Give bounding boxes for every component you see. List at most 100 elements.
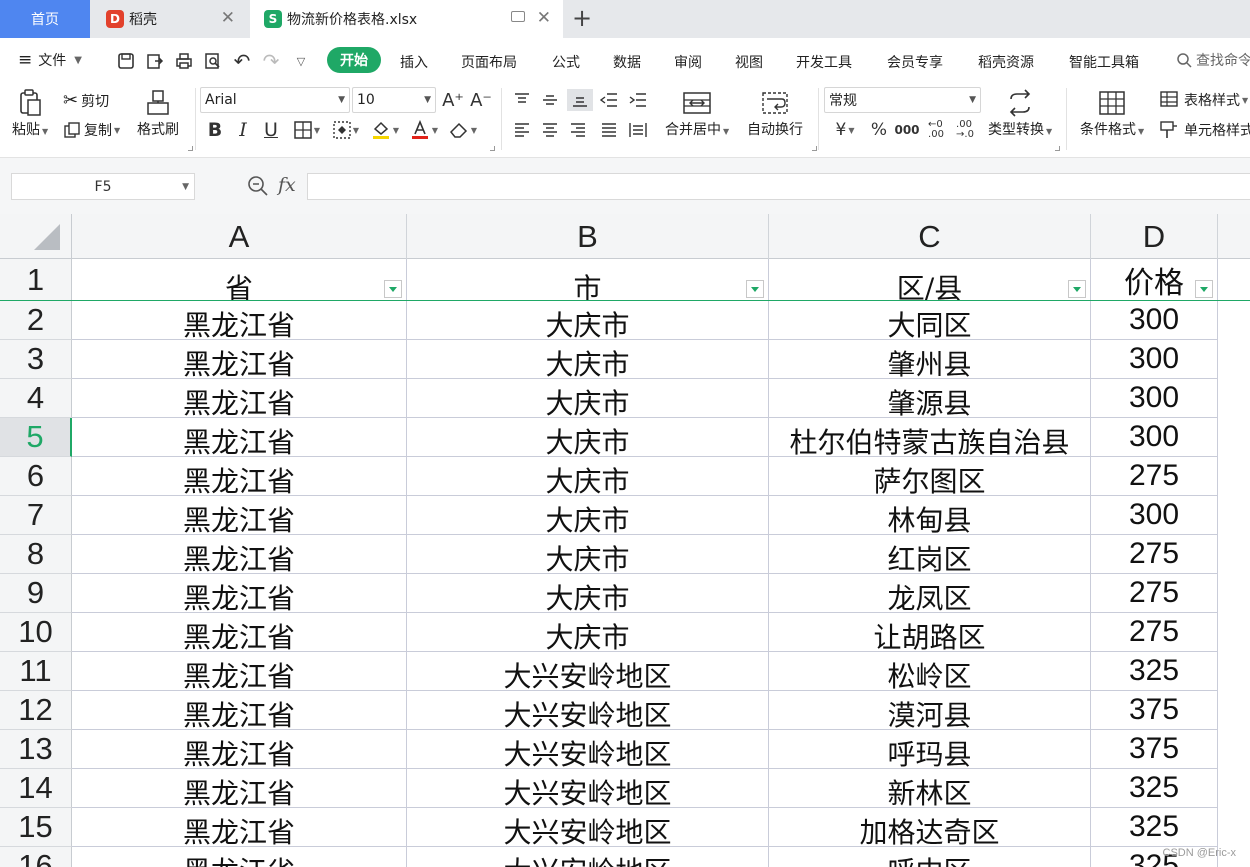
cell-price[interactable]: 300 — [1091, 340, 1218, 379]
cell-district[interactable]: 杜尔伯特蒙古族自治县 — [769, 418, 1091, 457]
row-header[interactable]: 16 — [0, 847, 72, 867]
redo-icon[interactable]: ↷ — [260, 49, 282, 73]
borders-button[interactable]: ▼ — [290, 119, 324, 141]
cell-city[interactable]: 大兴安岭地区 — [407, 730, 769, 769]
distributed-icon[interactable] — [627, 119, 649, 141]
tab-developer[interactable]: 开发工具 — [796, 52, 852, 72]
font-name-select[interactable]: Arial ▼ — [200, 87, 350, 113]
window-icon[interactable] — [511, 11, 525, 22]
select-all-button[interactable] — [0, 214, 72, 259]
table-style-button[interactable]: 表格样式 ▼ — [1160, 90, 1248, 110]
tab-smart-toolbox[interactable]: 智能工具箱 — [1069, 52, 1139, 72]
cell-price[interactable]: 300 — [1091, 301, 1218, 340]
tab-home[interactable]: 首页 — [0, 0, 90, 38]
column-header-d[interactable]: D — [1091, 214, 1218, 259]
cell-price[interactable]: 300 — [1091, 496, 1218, 535]
thousands-separator-button[interactable]: 000 — [894, 119, 919, 141]
tab-data[interactable]: 数据 — [613, 52, 641, 72]
cell-province[interactable]: 黑龙江省 — [72, 613, 407, 652]
tab-docer-resources[interactable]: 稻壳资源 — [978, 52, 1034, 72]
filter-dropdown-icon[interactable] — [746, 280, 764, 298]
increase-indent-icon[interactable] — [627, 89, 649, 111]
italic-button[interactable]: I — [232, 119, 254, 141]
cut-button[interactable]: ✂ 剪切 — [63, 90, 109, 111]
export-icon[interactable] — [144, 50, 166, 72]
cell-city[interactable]: 大庆市 — [407, 379, 769, 418]
copy-button[interactable]: 复制 ▼ — [63, 120, 120, 140]
row-header[interactable]: 12 — [0, 691, 72, 730]
cell-district[interactable]: 呼中区 — [769, 847, 1091, 867]
increase-font-icon[interactable]: A⁺ — [442, 89, 464, 111]
cell-price[interactable]: 275 — [1091, 535, 1218, 574]
column-header-c[interactable]: C — [769, 214, 1091, 259]
align-bottom-icon[interactable] — [567, 89, 593, 111]
undo-icon[interactable]: ↶ — [231, 49, 253, 73]
tab-formulas[interactable]: 公式 — [552, 52, 580, 72]
search-command[interactable]: 查找命令 — [1176, 50, 1250, 70]
tab-review[interactable]: 审阅 — [674, 52, 702, 72]
cell-province[interactable]: 黑龙江省 — [72, 418, 407, 457]
header-cell-price[interactable]: 价格 — [1091, 259, 1218, 301]
cell-province[interactable]: 黑龙江省 — [72, 691, 407, 730]
cell-district[interactable]: 呼玛县 — [769, 730, 1091, 769]
decrease-decimal-icon[interactable]: .00 →.0 — [954, 119, 976, 141]
cell-city[interactable]: 大兴安岭地区 — [407, 691, 769, 730]
cell-price[interactable]: 275 — [1091, 613, 1218, 652]
wrap-text-button[interactable]: 自动换行 — [747, 88, 803, 139]
currency-button[interactable]: ¥ ▼ — [828, 119, 862, 141]
cell-district[interactable]: 加格达奇区 — [769, 808, 1091, 847]
filter-dropdown-icon[interactable] — [384, 280, 402, 298]
cell-province[interactable]: 黑龙江省 — [72, 652, 407, 691]
header-cell-city[interactable]: 市 — [407, 259, 769, 301]
cell-district[interactable]: 红岗区 — [769, 535, 1091, 574]
cell-city[interactable]: 大兴安岭地区 — [407, 808, 769, 847]
align-center-icon[interactable] — [539, 119, 561, 141]
alignment-dialog-launcher[interactable] — [812, 146, 817, 151]
cell-province[interactable]: 黑龙江省 — [72, 574, 407, 613]
tab-start[interactable]: 开始 — [327, 47, 381, 73]
increase-decimal-icon[interactable]: ←0.00 — [925, 119, 947, 141]
cell-city[interactable]: 大庆市 — [407, 535, 769, 574]
cell-district[interactable]: 松岭区 — [769, 652, 1091, 691]
cell-price[interactable]: 325 — [1091, 808, 1218, 847]
row-header[interactable]: 2 — [0, 301, 72, 340]
row-header[interactable]: 13 — [0, 730, 72, 769]
print-preview-icon[interactable] — [202, 50, 224, 72]
header-cell-province[interactable]: 省 — [72, 259, 407, 301]
cell-province[interactable]: 黑龙江省 — [72, 457, 407, 496]
cell-price[interactable]: 375 — [1091, 691, 1218, 730]
clear-format-button[interactable]: ▼ — [446, 119, 480, 141]
cell-province[interactable]: 黑龙江省 — [72, 808, 407, 847]
align-left-icon[interactable] — [511, 119, 533, 141]
print-icon[interactable] — [173, 50, 195, 72]
format-painter-button[interactable]: 格式刷 — [137, 88, 179, 139]
row-header[interactable]: 4 — [0, 379, 72, 418]
column-header-b[interactable]: B — [407, 214, 769, 259]
clipboard-dialog-launcher[interactable] — [188, 146, 193, 151]
new-tab-button[interactable]: + — [572, 6, 592, 30]
align-top-icon[interactable] — [511, 89, 533, 111]
cell-price[interactable]: 275 — [1091, 457, 1218, 496]
tab-spreadsheet-file[interactable]: S 物流新价格表格.xlsx ✕ — [250, 0, 563, 38]
row-header[interactable]: 15 — [0, 808, 72, 847]
cell-district[interactable]: 大同区 — [769, 301, 1091, 340]
row-header[interactable]: 5 — [0, 418, 72, 457]
close-icon[interactable]: ✕ — [537, 10, 551, 27]
cell-city[interactable]: 大庆市 — [407, 496, 769, 535]
merge-center-button[interactable]: 合并居中 ▼ — [665, 88, 729, 139]
cell-style-button[interactable]: 单元格样式 — [1160, 120, 1250, 140]
font-dialog-launcher[interactable] — [490, 146, 495, 151]
cell-province[interactable]: 黑龙江省 — [72, 301, 407, 340]
row-header[interactable]: 11 — [0, 652, 72, 691]
name-box[interactable]: F5 ▼ — [11, 173, 195, 200]
cell-city[interactable]: 大兴安岭地区 — [407, 769, 769, 808]
cell-province[interactable]: 黑龙江省 — [72, 535, 407, 574]
cell-city[interactable]: 大庆市 — [407, 613, 769, 652]
font-color-button[interactable]: ▼ — [407, 119, 441, 141]
cell-price[interactable]: 375 — [1091, 730, 1218, 769]
cell-district[interactable]: 肇源县 — [769, 379, 1091, 418]
cell-price[interactable]: 325 — [1091, 652, 1218, 691]
cell-province[interactable]: 黑龙江省 — [72, 769, 407, 808]
bold-button[interactable]: B — [204, 119, 226, 141]
number-format-select[interactable]: 常规 ▼ — [824, 87, 981, 113]
